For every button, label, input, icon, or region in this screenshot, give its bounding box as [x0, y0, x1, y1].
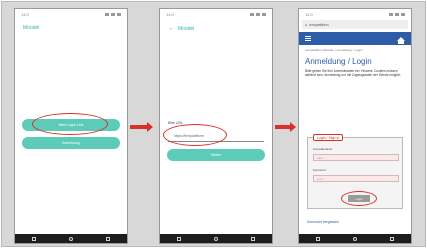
anmeldung-button-label: Anmeldung — [62, 141, 80, 145]
recents-nav-icon[interactable] — [251, 236, 256, 241]
status-bar: 14:0 — [160, 9, 272, 20]
weiter-button-label: Weiter — [210, 153, 222, 157]
highlight-ellipse — [32, 113, 108, 135]
app-title: Moodel — [15, 20, 127, 36]
weiter-button[interactable]: Weiter — [167, 149, 265, 161]
login-form: Login / Sign In Anmeldename user Kennwor… — [307, 134, 403, 209]
username-label: Anmeldename — [313, 147, 333, 151]
status-icons — [250, 13, 266, 16]
app-title-text: Moodel — [23, 25, 40, 31]
username-field[interactable]: user — [313, 154, 399, 161]
android-nav-bar — [15, 234, 127, 243]
home-icon[interactable] — [397, 36, 405, 44]
breadcrumb[interactable]: Lernplattform Moodle > Anmeldung > Login — [299, 45, 411, 53]
forgot-password-link[interactable]: Kennwort vergessen — [307, 220, 339, 224]
menu-icon[interactable] — [305, 36, 311, 41]
status-time: 14:0 — [166, 12, 174, 17]
login-section-tag: Login / Sign In — [313, 134, 344, 141]
page-title: Anmeldung / Login — [305, 56, 372, 66]
status-time: 14:0 — [21, 12, 29, 17]
home-nav-icon[interactable] — [352, 236, 357, 241]
anmeldung-button[interactable]: Anmeldung — [22, 137, 120, 149]
status-bar: 14:0 — [299, 9, 411, 20]
status-icons — [389, 13, 405, 16]
back-nav-icon[interactable] — [31, 236, 36, 241]
password-label: Kennwort — [313, 168, 326, 172]
phone-screen-2: 14:0 ← Moodel Bitte URL https://lernplat… — [159, 8, 273, 244]
step-arrow-1 — [130, 122, 153, 132]
app-title-text: Moodel — [178, 25, 195, 32]
phone-screen-3: 14:0 ● lernplattform Lernplattform Moodl… — [298, 8, 412, 244]
site-header — [299, 32, 411, 45]
screenshot-frame: 14:0 Moodel Mein Login-Link Anmeldung 14… — [1, 1, 426, 247]
phone-screen-1: 14:0 Moodel Mein Login-Link Anmeldung — [14, 8, 128, 244]
back-arrow-icon[interactable]: ← — [168, 25, 175, 32]
status-icons — [105, 13, 121, 16]
recents-nav-icon[interactable] — [390, 236, 395, 241]
highlight-ellipse — [163, 124, 227, 146]
browser-url-bar[interactable]: ● lernplattform — [302, 20, 408, 29]
url-text: lernplattform — [309, 22, 329, 27]
android-nav-bar — [299, 234, 411, 243]
status-time: 14:0 — [305, 12, 313, 17]
highlight-ellipse — [341, 191, 377, 206]
home-nav-icon[interactable] — [68, 236, 73, 241]
intro-text: Bitte geben Sie Ihre Anmeldedaten ein. H… — [305, 68, 402, 78]
recents-nav-icon[interactable] — [106, 236, 111, 241]
back-nav-icon[interactable] — [176, 236, 181, 241]
back-nav-icon[interactable] — [315, 236, 320, 241]
lock-icon: ● — [305, 22, 308, 27]
app-bar: ← Moodel — [160, 20, 272, 37]
home-nav-icon[interactable] — [213, 236, 218, 241]
status-bar: 14:0 — [15, 9, 127, 20]
step-arrow-2 — [275, 122, 296, 132]
password-field[interactable]: •••••• — [313, 175, 399, 182]
android-nav-bar — [160, 234, 272, 243]
